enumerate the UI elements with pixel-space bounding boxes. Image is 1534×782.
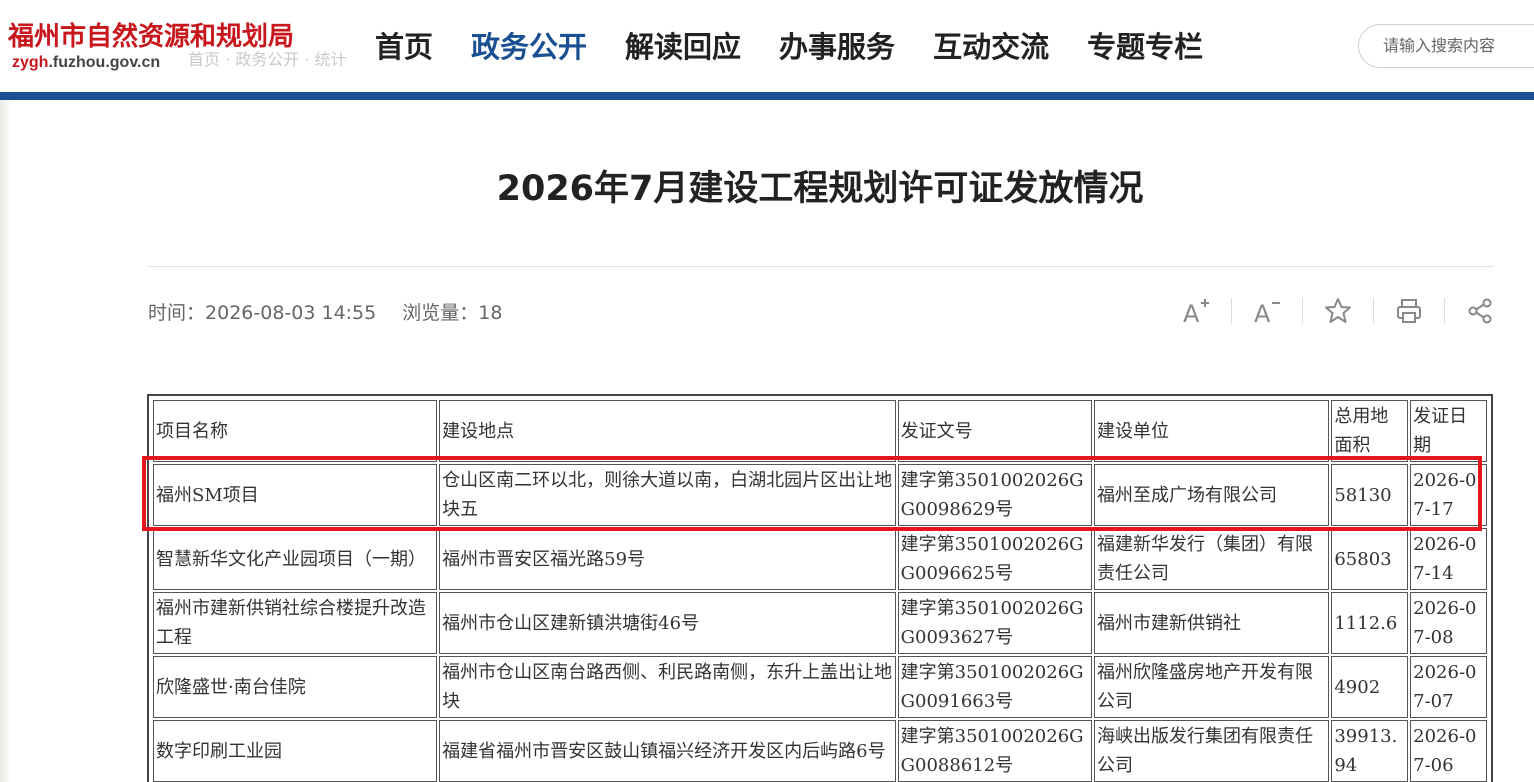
table-cell: 数字印刷工业园: [153, 720, 438, 782]
table-header-cell: 发证日期: [1410, 400, 1487, 462]
breadcrumb[interactable]: 首页 · 政务公开 · 统计: [188, 46, 347, 70]
toolbar-separator: [1302, 298, 1303, 324]
table-cell: 仓山区南二环以北，则徐大道以南，白湖北园片区出让地块五: [439, 464, 896, 526]
table-cell: 建字第3501002026GG0091663号: [897, 656, 1093, 718]
table-header-row: 项目名称 建设地点 发证文号 建设单位 总用地面积 发证日期: [153, 400, 1487, 462]
table-cell: 建字第3501002026GG0098629号: [897, 464, 1093, 526]
site-domain: zygh.fuzhou.gov.cn: [12, 54, 161, 71]
table-cell: 2026-07-06: [1410, 720, 1487, 782]
table-header-cell: 建设地点: [439, 400, 896, 462]
font-decrease-icon[interactable]: A: [1249, 294, 1285, 328]
table-cell: 福州市仓山区建新镇洪塘街46号: [439, 592, 896, 654]
permit-table-container: 项目名称 建设地点 发证文号 建设单位 总用地面积 发证日期 福州SM项目 仓山…: [147, 394, 1493, 782]
article-meta: 时间：2026-08-03 14:55 浏览量：18: [148, 298, 522, 325]
publish-time: 时间：2026-08-03 14:55: [148, 302, 377, 324]
table-row: 欣隆盛世·南台佳院 福州市仓山区南台路西侧、利民路南侧，东升上盖出让地块 建字第…: [153, 656, 1487, 718]
table-cell: 福建新华发行（集团）有限责任公司: [1094, 528, 1330, 590]
table-cell: 1112.6: [1331, 592, 1409, 654]
nav-item-interpretation[interactable]: 解读回应: [625, 24, 741, 66]
nav-item-home[interactable]: 首页: [375, 24, 433, 66]
star-icon[interactable]: [1320, 294, 1356, 328]
title-divider: [147, 266, 1494, 267]
table-cell: 建字第3501002026GG0093627号: [897, 592, 1093, 654]
toolbar-separator: [1444, 298, 1445, 324]
main-nav: 首页 政务公开 解读回应 办事服务 互动交流 专题专栏: [375, 24, 1241, 66]
table-cell: 福州市晋安区福光路59号: [439, 528, 896, 590]
table-cell: 建字第3501002026GG0096625号: [897, 528, 1093, 590]
svg-text:A: A: [1183, 300, 1200, 325]
table-cell: 海峡出版发行集团有限责任公司: [1094, 720, 1330, 782]
search-input[interactable]: 请输入搜索内容: [1358, 24, 1534, 68]
nav-item-topics[interactable]: 专题专栏: [1087, 24, 1203, 66]
site-header: 福州市自然资源和规划局 zygh.fuzhou.gov.cn 首页 · 政务公开…: [0, 0, 1534, 92]
table-cell: 福州至成广场有限公司: [1094, 464, 1330, 526]
table-cell: 建字第3501002026GG0088612号: [897, 720, 1093, 782]
table-header-cell: 总用地面积: [1331, 400, 1409, 462]
table-header-cell: 发证文号: [897, 400, 1093, 462]
toolbar-separator: [1373, 298, 1374, 324]
toolbar-separator: [1231, 298, 1232, 324]
nav-item-government-affairs[interactable]: 政务公开: [471, 24, 587, 66]
table-cell: 福州市建新供销社综合楼提升改造工程: [153, 592, 438, 654]
table-cell: 欣隆盛世·南台佳院: [153, 656, 438, 718]
table-header-cell: 项目名称: [153, 400, 438, 462]
table-cell: 65803: [1331, 528, 1409, 590]
table-cell: 福州市建新供销社: [1094, 592, 1330, 654]
table-cell: 58130: [1331, 464, 1409, 526]
print-icon[interactable]: [1391, 294, 1427, 328]
nav-item-interaction[interactable]: 互动交流: [933, 24, 1049, 66]
svg-text:A: A: [1254, 300, 1271, 325]
article-toolbar: A A: [1178, 294, 1498, 328]
table-cell: 2026-07-17: [1410, 464, 1487, 526]
table-cell: 2026-07-08: [1410, 592, 1487, 654]
table-row: 数字印刷工业园 福建省福州市晋安区鼓山镇福兴经济开发区内后屿路6号 建字第350…: [153, 720, 1487, 782]
view-count: 浏览量：18: [402, 302, 503, 324]
table-cell: 福建省福州市晋安区鼓山镇福兴经济开发区内后屿路6号: [439, 720, 896, 782]
table-header-cell: 建设单位: [1094, 400, 1330, 462]
font-increase-icon[interactable]: A: [1178, 294, 1214, 328]
table-cell: 4902: [1331, 656, 1409, 718]
table-cell: 福州欣隆盛房地产开发有限公司: [1094, 656, 1330, 718]
table-row: 智慧新华文化产业园项目（一期） 福州市晋安区福光路59号 建字第35010020…: [153, 528, 1487, 590]
table-row: 福州市建新供销社综合楼提升改造工程 福州市仓山区建新镇洪塘街46号 建字第350…: [153, 592, 1487, 654]
table-cell: 2026-07-14: [1410, 528, 1487, 590]
table-cell: 2026-07-07: [1410, 656, 1487, 718]
share-icon[interactable]: [1462, 294, 1498, 328]
table-cell: 39913.94: [1331, 720, 1409, 782]
table-cell: 智慧新华文化产业园项目（一期）: [153, 528, 438, 590]
header-divider-bar: [0, 92, 1534, 100]
article-title: 2026年7月建设工程规划许可证发放情况: [496, 169, 1144, 209]
nav-item-services[interactable]: 办事服务: [779, 24, 895, 66]
table-row: 福州SM项目 仓山区南二环以北，则徐大道以南，白湖北园片区出让地块五 建字第35…: [153, 464, 1487, 526]
table-cell: 福州市仓山区南台路西侧、利民路南侧，东升上盖出让地块: [439, 656, 896, 718]
permit-table: 项目名称 建设地点 发证文号 建设单位 总用地面积 发证日期 福州SM项目 仓山…: [151, 398, 1489, 782]
table-cell: 福州SM项目: [153, 464, 438, 526]
